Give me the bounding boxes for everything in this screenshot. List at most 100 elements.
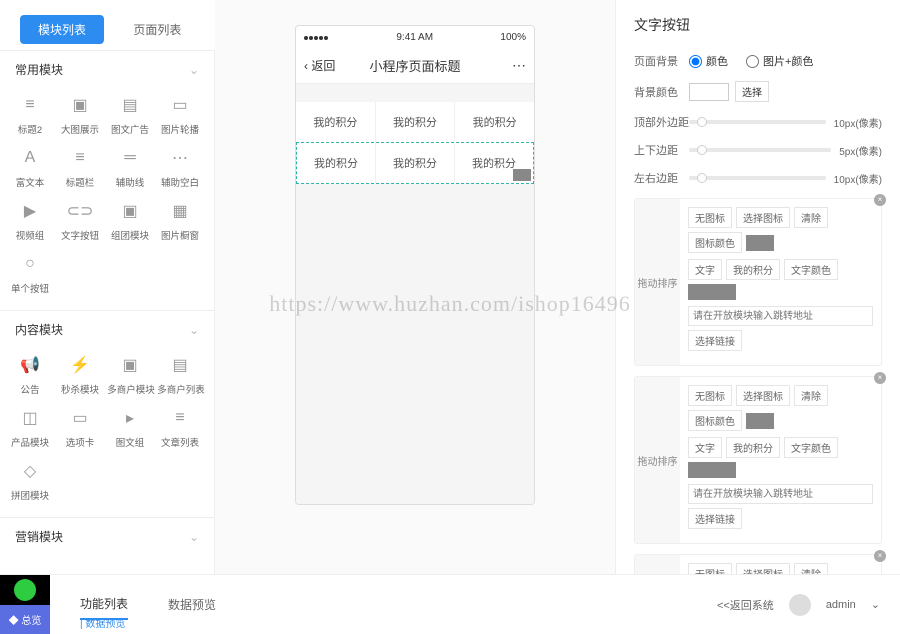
- status-bar: 9:41 AM 100%: [296, 26, 534, 48]
- signal-icon: [304, 32, 329, 43]
- mod-tabs[interactable]: ▭选项卡: [56, 406, 104, 449]
- mod-divider[interactable]: ═辅助线: [106, 146, 154, 189]
- mod-multistore[interactable]: ▣多商户模块: [106, 353, 154, 396]
- icon-color-label: 图标颜色: [688, 410, 742, 431]
- no-icon-btn[interactable]: 无图标: [688, 385, 732, 406]
- choose-icon-btn[interactable]: 选择图标: [736, 385, 790, 406]
- mod-single-btn[interactable]: ○单个按钮: [6, 252, 54, 295]
- btn-cell[interactable]: 我的积分: [297, 143, 376, 183]
- btn-cell[interactable]: 我的积分: [376, 102, 456, 142]
- bg-radio-color[interactable]: [689, 55, 702, 68]
- choose-link-btn[interactable]: 选择链接: [688, 330, 742, 351]
- mod-titlebar[interactable]: ≡标题栏: [56, 146, 104, 189]
- avatar[interactable]: [789, 594, 811, 616]
- mod-spacer[interactable]: ⋯辅助空白: [156, 146, 204, 189]
- mod-group[interactable]: ▣组团模块: [106, 199, 154, 242]
- back-to-system[interactable]: <<返回系统: [717, 597, 774, 613]
- no-icon-btn[interactable]: 无图标: [688, 207, 732, 228]
- no-icon-btn[interactable]: 无图标: [688, 563, 732, 574]
- nav-back[interactable]: ‹ 返回: [304, 57, 335, 74]
- text-color-swatch[interactable]: [688, 284, 736, 300]
- btn-cell[interactable]: 我的积分: [376, 143, 455, 183]
- tab-module-list[interactable]: 模块列表: [20, 15, 104, 44]
- mod-text-button[interactable]: ⊂⊃文字按钮: [56, 199, 104, 242]
- btn-cell[interactable]: 我的积分: [296, 102, 376, 142]
- text-color-swatch[interactable]: [688, 462, 736, 478]
- text-value[interactable]: 我的积分: [726, 259, 780, 280]
- mod-multistore-list[interactable]: ▤多商户列表: [156, 353, 204, 396]
- tab-page-list[interactable]: 页面列表: [115, 15, 199, 44]
- mod-seckill[interactable]: ⚡秒杀模块: [56, 353, 104, 396]
- drag-handle[interactable]: 拖动排序: [635, 555, 680, 574]
- url-input[interactable]: [688, 484, 873, 504]
- top-margin-slider[interactable]: [689, 120, 826, 124]
- button-row-2-selected[interactable]: 我的积分 我的积分 我的积分: [296, 142, 534, 184]
- left-panel: 常用模块 ⌄ ≡标题2 ▣大图展示 ▤图文广告 ▭图片轮播 A富文本 ≡标题栏 …: [0, 50, 215, 574]
- url-input[interactable]: [688, 306, 873, 326]
- icon-color-swatch[interactable]: [746, 413, 774, 429]
- nav-bar: ‹ 返回 小程序页面标题 ⋯: [296, 48, 534, 84]
- choose-link-btn[interactable]: 选择链接: [688, 508, 742, 529]
- vert-margin-value: 5px(像素): [839, 143, 882, 158]
- admin-name[interactable]: admin: [826, 599, 856, 611]
- bg-radio-image[interactable]: [746, 55, 759, 68]
- section-content-header[interactable]: 内容模块 ⌄: [0, 311, 214, 348]
- bgcolor-input[interactable]: [689, 83, 729, 101]
- mod-imgtext-ad[interactable]: ▤图文广告: [106, 93, 154, 136]
- section-marketing-title: 营销模块: [15, 528, 63, 545]
- btn-cell[interactable]: 我的积分: [455, 102, 534, 142]
- bgcolor-label: 背景颜色: [634, 84, 689, 100]
- mod-richtext[interactable]: A富文本: [6, 146, 54, 189]
- preview-area: 9:41 AM 100% ‹ 返回 小程序页面标题 ⋯ 我的积分 我的积分 我的…: [215, 0, 615, 574]
- sort-block-1: × 拖动排序 无图标 选择图标 清除 图标颜色 文字 我的积分 文字颜色 选择链…: [634, 198, 882, 366]
- top-margin-label: 顶部外边距: [634, 114, 689, 130]
- clear-btn[interactable]: 清除: [794, 207, 828, 228]
- choose-icon-btn[interactable]: 选择图标: [736, 207, 790, 228]
- clear-btn[interactable]: 清除: [794, 563, 828, 574]
- mod-video[interactable]: ▶视频组: [6, 199, 54, 242]
- tab-data-preview[interactable]: 数据预览: [168, 590, 216, 619]
- button-row-1[interactable]: 我的积分 我的积分 我的积分: [296, 102, 534, 142]
- icon-color-swatch[interactable]: [746, 235, 774, 251]
- panel-title: 文字按钮: [634, 15, 882, 35]
- close-icon[interactable]: ×: [874, 194, 886, 206]
- vert-margin-slider[interactable]: [689, 148, 831, 152]
- mod-imgtext[interactable]: ▸图文组: [106, 406, 154, 449]
- horiz-margin-value: 10px(像素): [834, 171, 882, 186]
- section-common-title: 常用模块: [15, 61, 63, 78]
- overview-icon[interactable]: ◆ 总览: [0, 605, 50, 634]
- mod-product[interactable]: ◫产品模块: [6, 406, 54, 449]
- section-common-header[interactable]: 常用模块 ⌄: [0, 51, 214, 88]
- drag-handle[interactable]: 拖动排序: [635, 199, 680, 365]
- chevron-down-icon[interactable]: ⌄: [871, 598, 880, 611]
- mod-groupbuy[interactable]: ◇拼团模块: [6, 459, 54, 502]
- clear-btn[interactable]: 清除: [794, 385, 828, 406]
- mod-article-list[interactable]: ≡文章列表: [156, 406, 204, 449]
- bg-label: 页面背景: [634, 53, 689, 69]
- bgcolor-select-btn[interactable]: 选择: [735, 81, 769, 102]
- mod-bigimage[interactable]: ▣大图展示: [56, 93, 104, 136]
- choose-icon-btn[interactable]: 选择图标: [736, 563, 790, 574]
- close-icon[interactable]: ×: [874, 550, 886, 562]
- text-value[interactable]: 我的积分: [726, 437, 780, 458]
- text-color-label: 文字颜色: [784, 437, 838, 458]
- mod-showcase[interactable]: ▦图片橱窗: [156, 199, 204, 242]
- text-color-label: 文字颜色: [784, 259, 838, 280]
- chevron-down-icon: ⌄: [189, 63, 199, 77]
- icon-color-label: 图标颜色: [688, 232, 742, 253]
- btn-cell[interactable]: 我的积分: [455, 143, 533, 183]
- text-label: 文字: [688, 259, 722, 280]
- section-content-title: 内容模块: [15, 321, 63, 338]
- drag-handle[interactable]: 拖动排序: [635, 377, 680, 543]
- close-icon[interactable]: ×: [874, 372, 886, 384]
- bottom-sub-link[interactable]: | 数据预览: [80, 615, 125, 630]
- wechat-mp-icon[interactable]: [0, 575, 50, 605]
- mod-notice[interactable]: 📢公告: [6, 353, 54, 396]
- top-margin-value: 10px(像素): [834, 115, 882, 130]
- horiz-margin-slider[interactable]: [689, 176, 826, 180]
- mod-carousel[interactable]: ▭图片轮播: [156, 93, 204, 136]
- mod-title2[interactable]: ≡标题2: [6, 93, 54, 136]
- section-marketing-header[interactable]: 营销模块 ⌄: [0, 518, 214, 555]
- chevron-down-icon: ⌄: [189, 323, 199, 337]
- more-icon[interactable]: ⋯: [512, 57, 526, 74]
